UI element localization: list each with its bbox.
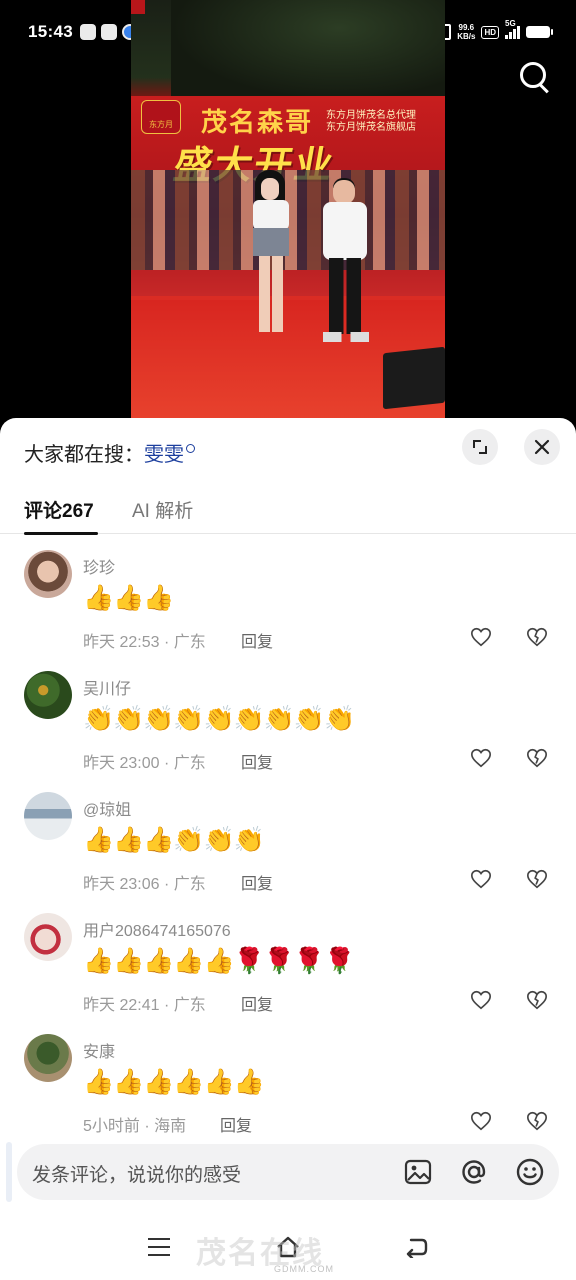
edge-handle xyxy=(6,1142,12,1202)
site-watermark: 茂名在线 GDMM.COM xyxy=(196,1228,396,1276)
dislike-icon[interactable] xyxy=(526,626,548,648)
comment-username[interactable]: 珍珍 xyxy=(83,554,115,578)
reply-button[interactable]: 回复 xyxy=(241,628,273,652)
video-corner xyxy=(131,0,145,14)
comment-content: 👍👍👍👏👏👏 xyxy=(83,825,265,854)
emoji-icon[interactable] xyxy=(515,1157,545,1187)
performer-woman xyxy=(249,170,293,340)
comment-content: 👍👍👍👍👍🌹🌹🌹🌹 xyxy=(83,946,355,975)
app-notification-icon xyxy=(80,24,96,40)
comment-item: 用户2086474165076 👍👍👍👍👍🌹🌹🌹🌹 昨天 22:41 · 广东 … xyxy=(0,913,576,1033)
close-icon xyxy=(534,439,550,455)
comment-sheet: 大家都在搜：雯雯 评论267 AI 解析 珍珍 👍👍👍 昨天 22:53 · 广… xyxy=(0,418,576,1280)
avatar[interactable] xyxy=(24,792,72,840)
close-button[interactable] xyxy=(524,429,560,465)
comment-item: 珍珍 👍👍👍 昨天 22:53 · 广东 回复 xyxy=(0,550,576,670)
comment-meta: 昨天 23:06 · 广东 xyxy=(83,876,206,893)
video-player[interactable]: 东方月 茂名森哥 东方月饼茂名总代理 东方月饼茂名旗舰店 盛大开业 xyxy=(131,0,445,430)
avatar[interactable] xyxy=(24,913,72,961)
avatar[interactable] xyxy=(24,1034,72,1082)
reply-button[interactable]: 回复 xyxy=(241,749,273,773)
comment-item: @琼姐 👍👍👍👏👏👏 昨天 23:06 · 广东 回复 xyxy=(0,792,576,912)
battery-icon xyxy=(526,26,553,38)
performer-man xyxy=(321,178,369,345)
dislike-icon[interactable] xyxy=(526,747,548,769)
banner-subtitle: 东方月饼茂名总代理 东方月饼茂名旗舰店 xyxy=(326,110,416,133)
comment-input[interactable]: 发条评论，说说你的感受 xyxy=(17,1144,559,1200)
hot-search-label: 大家都在搜： xyxy=(24,444,144,466)
comment-input-placeholder: 发条评论，说说你的感受 xyxy=(32,1165,242,1186)
like-icon[interactable] xyxy=(470,1110,492,1132)
dislike-icon[interactable] xyxy=(526,1110,548,1132)
comment-meta: 昨天 23:00 · 广东 xyxy=(83,755,206,772)
avatar[interactable] xyxy=(24,671,72,719)
active-tab-indicator xyxy=(24,532,98,535)
hot-search-keyword[interactable]: 雯雯 xyxy=(144,444,184,466)
back-icon[interactable] xyxy=(404,1236,428,1258)
mention-icon[interactable] xyxy=(459,1157,489,1187)
comment-content: 👏👏👏👏👏👏👏👏👏 xyxy=(83,704,355,733)
brand-logo: 东方月 xyxy=(141,100,181,134)
tab-comments[interactable]: 评论267 xyxy=(24,496,98,535)
search-icon[interactable] xyxy=(520,62,552,96)
tab-comments-label: 评论 xyxy=(24,501,63,522)
watermark-url: GDMM.COM xyxy=(274,1264,334,1274)
stage-monitor-speaker xyxy=(383,346,445,410)
reply-button[interactable]: 回复 xyxy=(241,991,273,1015)
like-icon[interactable] xyxy=(470,626,492,648)
comment-username[interactable]: 吴川仔 xyxy=(83,675,131,699)
hd-badge: HD xyxy=(481,25,499,39)
network-speed: 99.6 KB/s xyxy=(457,23,476,41)
tab-comments-count: 267 xyxy=(62,501,94,522)
comment-item: 吴川仔 👏👏👏👏👏👏👏👏👏 昨天 23:00 · 广东 回复 xyxy=(0,671,576,791)
video-background-tree xyxy=(171,0,445,100)
keyword-search-icon xyxy=(186,444,195,453)
comment-username[interactable]: 安康 xyxy=(83,1038,115,1062)
comment-meta: 5小时前 · 海南 xyxy=(83,1118,187,1135)
comment-meta: 昨天 22:41 · 广东 xyxy=(83,997,206,1014)
avatar[interactable] xyxy=(24,550,72,598)
dislike-icon[interactable] xyxy=(526,868,548,890)
expand-button[interactable] xyxy=(462,429,498,465)
dislike-icon[interactable] xyxy=(526,989,548,1011)
comment-username[interactable]: @琼姐 xyxy=(83,796,131,820)
hot-search[interactable]: 大家都在搜：雯雯 xyxy=(24,438,195,467)
vivo-notification-icon xyxy=(101,24,117,40)
comment-username[interactable]: 用户2086474165076 xyxy=(83,917,231,941)
clock: 15:43 xyxy=(28,22,73,41)
reply-button[interactable]: 回复 xyxy=(241,870,273,894)
comment-meta: 昨天 22:53 · 广东 xyxy=(83,634,206,651)
like-icon[interactable] xyxy=(470,989,492,1011)
expand-icon xyxy=(473,440,487,454)
image-icon[interactable] xyxy=(403,1157,433,1187)
like-icon[interactable] xyxy=(470,747,492,769)
signal-icon: 5G xyxy=(505,19,520,39)
comment-content: 👍👍👍 xyxy=(83,583,174,612)
comment-tabs: 评论267 AI 解析 xyxy=(0,492,576,535)
reply-button[interactable]: 回复 xyxy=(220,1112,252,1136)
comment-content: 👍👍👍👍👍👍 xyxy=(83,1067,265,1096)
recent-apps-icon[interactable] xyxy=(148,1238,170,1256)
tab-ai-analysis[interactable]: AI 解析 xyxy=(132,496,193,523)
like-icon[interactable] xyxy=(470,868,492,890)
